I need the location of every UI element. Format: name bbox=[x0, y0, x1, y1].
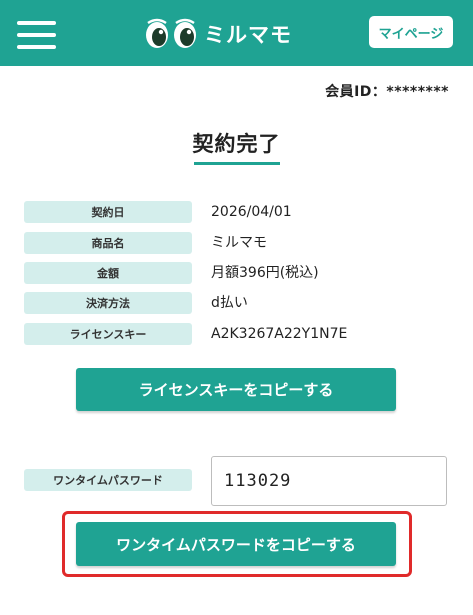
menu-bar bbox=[17, 33, 56, 37]
title-underline bbox=[194, 162, 280, 165]
info-label: 金額 bbox=[24, 262, 192, 284]
hamburger-icon[interactable] bbox=[17, 21, 56, 49]
info-row-contract-date: 契約日 2026/04/01 bbox=[24, 201, 454, 223]
otp-label: ワンタイムパスワード bbox=[24, 469, 192, 491]
page-title: 契約完了 bbox=[192, 132, 281, 156]
info-label: 商品名 bbox=[24, 232, 192, 254]
info-label: ライセンスキー bbox=[24, 323, 192, 345]
logo-text: ミルマモ bbox=[204, 23, 292, 47]
otp-field[interactable] bbox=[211, 456, 447, 506]
info-value: ミルマモ bbox=[211, 235, 267, 251]
copy-otp-button[interactable]: ワンタイムパスワードをコピーする bbox=[76, 522, 396, 566]
info-row-product-name: 商品名 ミルマモ bbox=[24, 232, 454, 254]
app-header: ミルマモ マイページ bbox=[0, 0, 473, 66]
info-value: d払い bbox=[211, 295, 248, 311]
info-label: 決済方法 bbox=[24, 292, 192, 314]
menu-bar bbox=[17, 21, 56, 25]
mypage-button[interactable]: マイページ bbox=[369, 16, 453, 48]
info-row-payment-method: 決済方法 d払い bbox=[24, 292, 454, 314]
info-value: 月額396円(税込) bbox=[211, 265, 319, 281]
copy-license-key-button[interactable]: ライセンスキーをコピーする bbox=[76, 368, 396, 411]
info-row-amount: 金額 月額396円(税込) bbox=[24, 262, 454, 284]
twin-eyes-icon bbox=[146, 18, 196, 48]
app-logo[interactable]: ミルマモ bbox=[144, 18, 292, 50]
info-row-license-key: ライセンスキー A2K3267A22Y1N7E bbox=[24, 323, 454, 345]
info-label: 契約日 bbox=[24, 201, 192, 223]
license-key-value: A2K3267A22Y1N7E bbox=[211, 326, 348, 342]
menu-bar bbox=[17, 45, 56, 49]
info-value: 2026/04/01 bbox=[211, 204, 292, 220]
member-id: 会員ID：******** bbox=[325, 84, 449, 100]
